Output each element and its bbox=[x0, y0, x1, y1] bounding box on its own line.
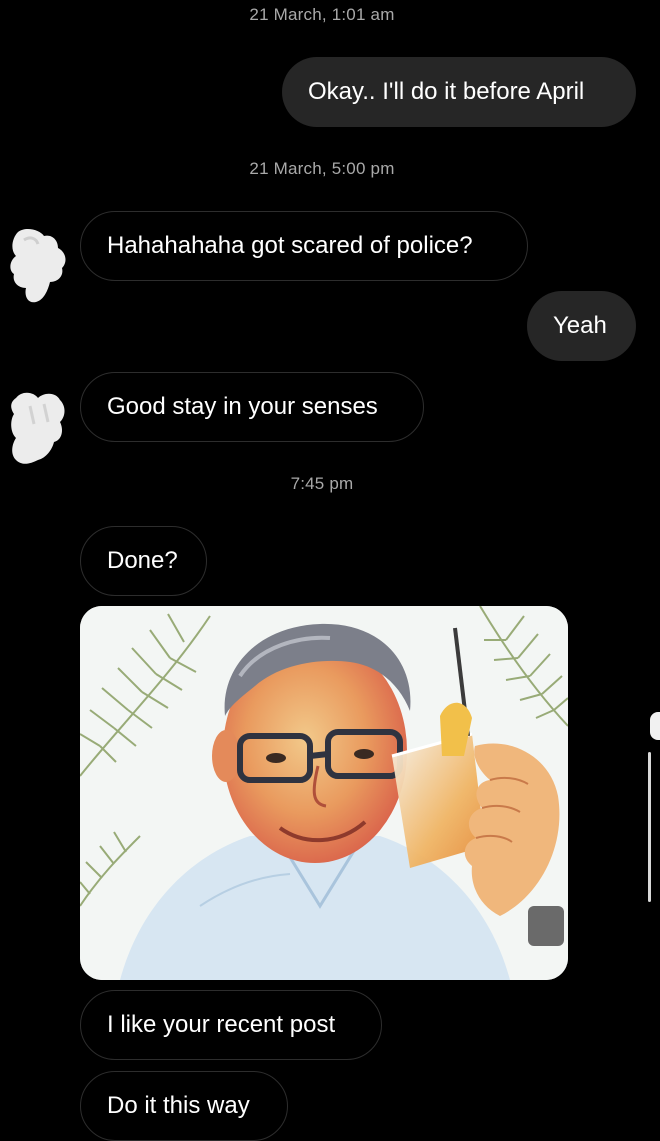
incoming-message[interactable]: Good stay in your senses bbox=[80, 372, 424, 442]
timestamp-divider: 7:45 pm bbox=[290, 474, 354, 493]
incoming-message[interactable]: I like your recent post bbox=[80, 990, 382, 1060]
redacted-avatar-icon[interactable] bbox=[4, 384, 70, 470]
outgoing-message[interactable]: Okay.. I'll do it before April bbox=[282, 57, 636, 127]
incoming-message[interactable]: Hahahahaha got scared of police? bbox=[80, 211, 528, 281]
scrollbar[interactable] bbox=[648, 752, 651, 902]
portrait-illustration bbox=[80, 606, 568, 980]
outgoing-message[interactable]: Yeah bbox=[527, 291, 636, 361]
redacted-avatar-icon[interactable] bbox=[4, 222, 70, 308]
reaction-handle-icon[interactable] bbox=[650, 712, 660, 740]
incoming-message[interactable]: Done? bbox=[80, 526, 207, 596]
timestamp-divider: 21 March, 1:01 am bbox=[249, 5, 395, 24]
timestamp-divider: 21 March, 5:00 pm bbox=[249, 159, 395, 178]
shared-illustration-image[interactable] bbox=[80, 606, 568, 980]
